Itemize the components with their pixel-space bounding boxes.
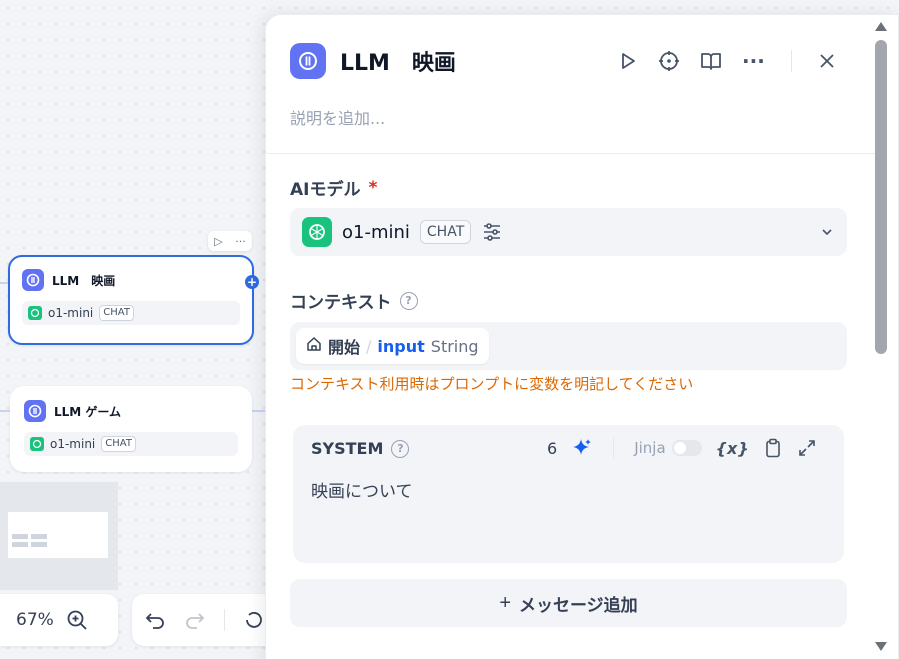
sparkle-icon[interactable] (571, 437, 593, 459)
openai-icon (302, 217, 332, 247)
panel-title[interactable]: LLM 映画 (340, 45, 456, 77)
locate-icon[interactable] (658, 50, 680, 72)
context-section-label: コンテキスト ? (290, 288, 418, 313)
node-title: LLM 映画 (52, 273, 116, 288)
model-params-icon[interactable] (481, 221, 503, 243)
scroll-down-icon[interactable] (875, 642, 887, 651)
divider (266, 153, 876, 154)
jinja-label: Jinja (634, 439, 666, 457)
minimap[interactable] (0, 482, 118, 590)
history-icon[interactable] (243, 609, 265, 631)
edge-line (0, 410, 10, 412)
toggle-switch[interactable] (671, 440, 702, 456)
minimap-node (12, 534, 28, 539)
node-toolbar: ▷ ··· (208, 231, 252, 251)
node-title: LLM ゲーム (54, 404, 122, 419)
chip-variable: input (377, 336, 425, 356)
model-label: AIモデル (290, 180, 361, 200)
zoom-controls: 67% (0, 594, 118, 646)
more-icon[interactable]: ··· (742, 49, 765, 73)
model-name: o1-mini (342, 221, 410, 243)
llm-icon (22, 269, 44, 291)
openai-icon (28, 306, 42, 320)
openai-icon (30, 437, 44, 451)
more-icon[interactable]: ··· (235, 235, 246, 248)
llm-node-game[interactable]: LLM ゲーム o1-mini CHAT (10, 386, 252, 472)
insert-variable-button[interactable]: {x} (716, 439, 749, 458)
add-message-label: メッセージ追加 (519, 595, 638, 615)
undo-icon[interactable] (144, 609, 166, 631)
scroll-up-icon[interactable] (875, 22, 887, 31)
system-prompt-editor[interactable]: SYSTEM ? 6 Jinja {x} 映画について (293, 425, 844, 563)
token-count: 6 (547, 438, 558, 458)
run-node-icon[interactable]: ▷ (214, 235, 222, 248)
close-icon[interactable] (818, 52, 836, 70)
context-label: コンテキスト (290, 293, 392, 313)
home-icon (306, 336, 322, 356)
help-icon[interactable]: ? (399, 291, 418, 310)
chip-type: String (430, 336, 479, 356)
history-controls (132, 594, 282, 646)
llm-icon (290, 43, 326, 79)
minimap-node (31, 534, 47, 539)
add-next-node-button[interactable]: + (245, 275, 259, 289)
plus-icon: + (499, 591, 511, 614)
mode-badge: CHAT (99, 305, 134, 321)
node-settings-panel: LLM 映画 ··· AIモデル * o1-mini CHAT (265, 14, 899, 659)
book-icon[interactable] (700, 50, 722, 72)
zoom-level[interactable]: 67% (16, 610, 54, 630)
node-model: o1-mini CHAT (24, 432, 238, 456)
chip-separator: / (366, 336, 372, 356)
minimap-node (31, 542, 47, 547)
run-icon[interactable] (618, 51, 638, 71)
mode-badge: CHAT (419, 220, 472, 244)
llm-node-movie[interactable]: LLM 映画 o1-mini CHAT (8, 255, 254, 345)
context-variable-field[interactable]: 開始 / input String (290, 322, 847, 370)
panel-scrollbar[interactable] (868, 14, 890, 659)
clipboard-icon[interactable] (763, 438, 783, 458)
chip-node: 開始 (328, 338, 361, 357)
system-prompt-text[interactable]: 映画について (311, 477, 413, 502)
redo-icon[interactable] (184, 609, 206, 631)
model-selector[interactable]: o1-mini CHAT (290, 208, 847, 256)
mode-badge: CHAT (101, 436, 136, 452)
model-name: o1-mini (48, 306, 94, 320)
scroll-thumb[interactable] (875, 40, 887, 354)
edge-line (252, 410, 266, 412)
model-name: o1-mini (50, 437, 96, 451)
jinja-toggle[interactable]: Jinja (634, 439, 702, 457)
node-model: o1-mini CHAT (22, 301, 240, 325)
system-label: SYSTEM (311, 439, 384, 458)
expand-icon[interactable] (797, 438, 817, 458)
model-section-label: AIモデル * (290, 175, 378, 201)
help-icon[interactable]: ? (391, 439, 410, 458)
context-warning: コンテキスト利用時はプロンプトに変数を明記してください (290, 375, 694, 393)
description-input[interactable] (290, 109, 690, 128)
required-mark: * (368, 177, 378, 198)
llm-icon (24, 400, 46, 422)
chevron-down-icon[interactable] (819, 224, 835, 240)
add-message-button[interactable]: + メッセージ追加 (290, 579, 847, 627)
zoom-in-icon[interactable] (66, 609, 88, 631)
minimap-node (12, 542, 28, 547)
context-variable-chip[interactable]: 開始 / input String (296, 328, 489, 364)
